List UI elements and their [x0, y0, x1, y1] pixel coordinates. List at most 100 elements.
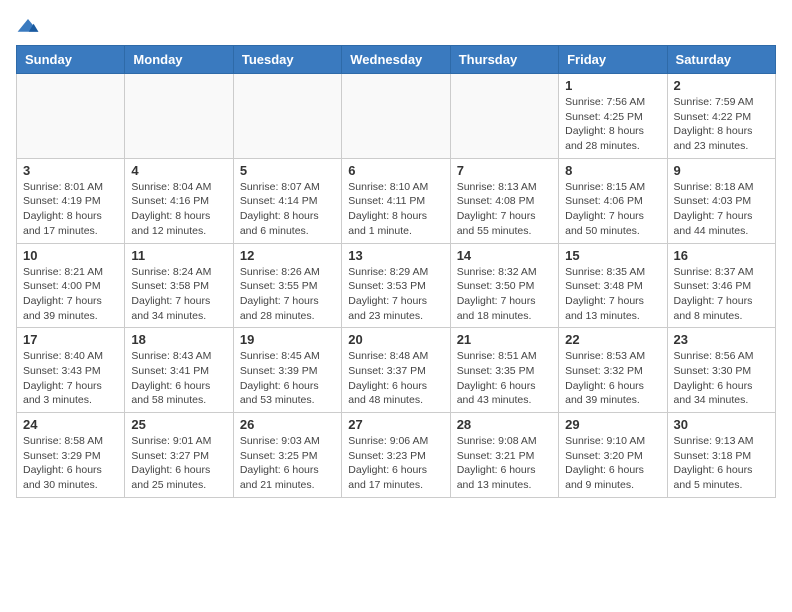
day-info: Sunrise: 8:45 AM Sunset: 3:39 PM Dayligh… — [240, 349, 335, 408]
day-info: Sunrise: 7:56 AM Sunset: 4:25 PM Dayligh… — [565, 95, 660, 154]
calendar-cell — [233, 74, 341, 159]
day-number: 2 — [674, 78, 769, 93]
day-number: 19 — [240, 332, 335, 347]
day-number: 12 — [240, 248, 335, 263]
calendar-cell: 7 Sunrise: 8:13 AM Sunset: 4:08 PM Daylig… — [450, 158, 558, 243]
day-info: Sunrise: 8:10 AM Sunset: 4:11 PM Dayligh… — [348, 180, 443, 239]
day-info: Sunrise: 8:58 AM Sunset: 3:29 PM Dayligh… — [23, 434, 118, 493]
calendar-cell: 5Sunrise: 8:07 AM Sunset: 4:14 PM Daylig… — [233, 158, 341, 243]
day-number: 4 — [131, 163, 226, 178]
calendar-week-3: 10 Sunrise: 8:21 AM Sunset: 4:00 PM Dayli… — [17, 243, 776, 328]
calendar-cell: 12 Sunrise: 8:26 AM Sunset: 3:55 PM Dayli… — [233, 243, 341, 328]
calendar-week-4: 17 Sunrise: 8:40 AM Sunset: 3:43 PM Dayli… — [17, 328, 776, 413]
calendar-cell: 30 Sunrise: 9:13 AM Sunset: 3:18 PM Dayli… — [667, 413, 775, 498]
day-number: 15 — [565, 248, 660, 263]
weekday-header-tuesday: Tuesday — [233, 46, 341, 74]
day-number: 21 — [457, 332, 552, 347]
day-info: Sunrise: 9:06 AM Sunset: 3:23 PM Dayligh… — [348, 434, 443, 493]
calendar-cell — [450, 74, 558, 159]
day-number: 24 — [23, 417, 118, 432]
day-info: Sunrise: 9:08 AM Sunset: 3:21 PM Dayligh… — [457, 434, 552, 493]
day-info: Sunrise: 8:35 AM Sunset: 3:48 PM Dayligh… — [565, 265, 660, 324]
calendar-cell: 4 Sunrise: 8:04 AM Sunset: 4:16 PM Daylig… — [125, 158, 233, 243]
calendar-body: 1 Sunrise: 7:56 AM Sunset: 4:25 PM Daylig… — [17, 74, 776, 498]
day-number: 3 — [23, 163, 118, 178]
day-number: 22 — [565, 332, 660, 347]
day-info: Sunrise: 8:40 AM Sunset: 3:43 PM Dayligh… — [23, 349, 118, 408]
calendar-cell: 18 Sunrise: 8:43 AM Sunset: 3:41 PM Dayli… — [125, 328, 233, 413]
calendar-cell: 8Sunrise: 8:15 AM Sunset: 4:06 PM Daylig… — [559, 158, 667, 243]
calendar-cell: 27Sunrise: 9:06 AM Sunset: 3:23 PM Dayli… — [342, 413, 450, 498]
day-info: Sunrise: 7:59 AM Sunset: 4:22 PM Dayligh… — [674, 95, 769, 154]
day-info: Sunrise: 9:01 AM Sunset: 3:27 PM Dayligh… — [131, 434, 226, 493]
calendar-cell: 19 Sunrise: 8:45 AM Sunset: 3:39 PM Dayli… — [233, 328, 341, 413]
calendar-cell: 23Sunrise: 8:56 AM Sunset: 3:30 PM Dayli… — [667, 328, 775, 413]
calendar-cell: 14 Sunrise: 8:32 AM Sunset: 3:50 PM Dayli… — [450, 243, 558, 328]
day-number: 14 — [457, 248, 552, 263]
calendar-cell: 16 Sunrise: 8:37 AM Sunset: 3:46 PM Dayli… — [667, 243, 775, 328]
day-number: 26 — [240, 417, 335, 432]
day-number: 10 — [23, 248, 118, 263]
day-info: Sunrise: 8:26 AM Sunset: 3:55 PM Dayligh… — [240, 265, 335, 324]
day-number: 23 — [674, 332, 769, 347]
day-number: 5 — [240, 163, 335, 178]
calendar-cell: 28 Sunrise: 9:08 AM Sunset: 3:21 PM Dayli… — [450, 413, 558, 498]
calendar-cell — [125, 74, 233, 159]
day-number: 17 — [23, 332, 118, 347]
day-info: Sunrise: 9:10 AM Sunset: 3:20 PM Dayligh… — [565, 434, 660, 493]
day-info: Sunrise: 8:53 AM Sunset: 3:32 PM Dayligh… — [565, 349, 660, 408]
calendar-cell: 20Sunrise: 8:48 AM Sunset: 3:37 PM Dayli… — [342, 328, 450, 413]
calendar-cell: 29 Sunrise: 9:10 AM Sunset: 3:20 PM Dayli… — [559, 413, 667, 498]
day-number: 29 — [565, 417, 660, 432]
day-number: 25 — [131, 417, 226, 432]
day-info: Sunrise: 8:48 AM Sunset: 3:37 PM Dayligh… — [348, 349, 443, 408]
day-number: 28 — [457, 417, 552, 432]
day-info: Sunrise: 8:21 AM Sunset: 4:00 PM Dayligh… — [23, 265, 118, 324]
page-header — [16, 16, 776, 37]
calendar-cell — [342, 74, 450, 159]
day-number: 18 — [131, 332, 226, 347]
day-number: 16 — [674, 248, 769, 263]
day-number: 30 — [674, 417, 769, 432]
weekday-header-thursday: Thursday — [450, 46, 558, 74]
day-info: Sunrise: 8:18 AM Sunset: 4:03 PM Dayligh… — [674, 180, 769, 239]
calendar-cell: 1 Sunrise: 7:56 AM Sunset: 4:25 PM Daylig… — [559, 74, 667, 159]
day-number: 1 — [565, 78, 660, 93]
day-info: Sunrise: 8:32 AM Sunset: 3:50 PM Dayligh… — [457, 265, 552, 324]
calendar-cell — [17, 74, 125, 159]
calendar-week-2: 3Sunrise: 8:01 AM Sunset: 4:19 PM Daylig… — [17, 158, 776, 243]
calendar-cell: 17 Sunrise: 8:40 AM Sunset: 3:43 PM Dayli… — [17, 328, 125, 413]
day-info: Sunrise: 8:13 AM Sunset: 4:08 PM Dayligh… — [457, 180, 552, 239]
day-number: 7 — [457, 163, 552, 178]
logo-icon — [16, 17, 40, 37]
calendar-cell: 13Sunrise: 8:29 AM Sunset: 3:53 PM Dayli… — [342, 243, 450, 328]
calendar-cell: 24 Sunrise: 8:58 AM Sunset: 3:29 PM Dayli… — [17, 413, 125, 498]
day-info: Sunrise: 8:24 AM Sunset: 3:58 PM Dayligh… — [131, 265, 226, 324]
day-number: 6 — [348, 163, 443, 178]
calendar-cell: 15 Sunrise: 8:35 AM Sunset: 3:48 PM Dayli… — [559, 243, 667, 328]
day-info: Sunrise: 9:13 AM Sunset: 3:18 PM Dayligh… — [674, 434, 769, 493]
day-number: 13 — [348, 248, 443, 263]
calendar-cell: 3Sunrise: 8:01 AM Sunset: 4:19 PM Daylig… — [17, 158, 125, 243]
calendar-table: SundayMondayTuesdayWednesdayThursdayFrid… — [16, 45, 776, 498]
calendar-cell: 10 Sunrise: 8:21 AM Sunset: 4:00 PM Dayli… — [17, 243, 125, 328]
weekday-header-sunday: Sunday — [17, 46, 125, 74]
day-info: Sunrise: 8:51 AM Sunset: 3:35 PM Dayligh… — [457, 349, 552, 408]
weekday-header-wednesday: Wednesday — [342, 46, 450, 74]
day-info: Sunrise: 8:04 AM Sunset: 4:16 PM Dayligh… — [131, 180, 226, 239]
day-info: Sunrise: 8:43 AM Sunset: 3:41 PM Dayligh… — [131, 349, 226, 408]
day-number: 11 — [131, 248, 226, 263]
logo — [16, 16, 44, 37]
calendar-cell: 11 Sunrise: 8:24 AM Sunset: 3:58 PM Dayli… — [125, 243, 233, 328]
day-info: Sunrise: 8:15 AM Sunset: 4:06 PM Dayligh… — [565, 180, 660, 239]
weekday-header-monday: Monday — [125, 46, 233, 74]
calendar-cell: 25 Sunrise: 9:01 AM Sunset: 3:27 PM Dayli… — [125, 413, 233, 498]
day-info: Sunrise: 8:37 AM Sunset: 3:46 PM Dayligh… — [674, 265, 769, 324]
day-info: Sunrise: 9:03 AM Sunset: 3:25 PM Dayligh… — [240, 434, 335, 493]
weekday-header-friday: Friday — [559, 46, 667, 74]
weekday-header-saturday: Saturday — [667, 46, 775, 74]
calendar-cell: 26 Sunrise: 9:03 AM Sunset: 3:25 PM Dayli… — [233, 413, 341, 498]
calendar-week-1: 1 Sunrise: 7:56 AM Sunset: 4:25 PM Daylig… — [17, 74, 776, 159]
calendar-week-5: 24 Sunrise: 8:58 AM Sunset: 3:29 PM Dayli… — [17, 413, 776, 498]
calendar-cell: 2 Sunrise: 7:59 AM Sunset: 4:22 PM Daylig… — [667, 74, 775, 159]
